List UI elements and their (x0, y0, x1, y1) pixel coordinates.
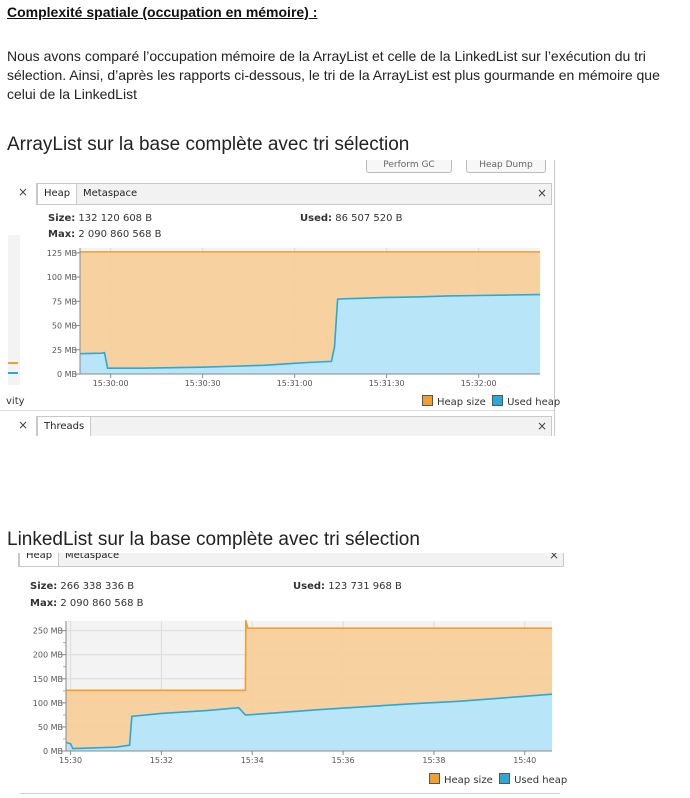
y-tick-label: 200 MB (33, 651, 63, 660)
y-tick-label: 100 MB (33, 699, 63, 708)
perform-gc-button[interactable]: Perform GC (366, 160, 452, 173)
used-label-2: Used: (293, 581, 326, 592)
y-tick-label: 0 MB (43, 747, 63, 756)
section-heading: Complexité spatiale (occupation en mémoi… (7, 4, 318, 20)
x-tick-label: 15:31:30 (369, 379, 405, 388)
size-row: Size: 132 120 608 B (48, 213, 152, 224)
x-tick-label: 15:38 (422, 756, 445, 765)
linkedlist-monitor-panel: Heap Metaspace × Size: 266 338 336 B Use… (0, 553, 568, 798)
arraylist-caption: ArrayList sur la base complète avec tri … (7, 134, 410, 155)
x-tick-label: 15:36 (332, 756, 355, 765)
y-tick-label: 0 MB (57, 370, 77, 379)
y-tick-label: 100 MB (47, 273, 77, 282)
y-tick-label: 150 MB (33, 675, 63, 684)
used-heap-swatch-2 (499, 773, 511, 784)
threads-tab-bar: Threads × (36, 416, 552, 436)
y-tick-label: 125 MB (47, 249, 77, 258)
left-fragment-text: vity (6, 396, 25, 407)
max-row-2: Max: 2 090 860 568 B (30, 598, 144, 609)
tab-bar: Heap Metaspace × (36, 183, 552, 205)
linkedlist-caption: LinkedList sur la base complète avec tri… (7, 529, 420, 550)
left-heap-mark (8, 362, 18, 364)
x-tick-label: 15:32:00 (461, 379, 497, 388)
y-tick-label: 250 MB (33, 627, 63, 636)
close-icon[interactable]: × (18, 185, 28, 199)
tab-threads[interactable]: Threads (37, 417, 92, 436)
max-label: Max: (48, 229, 76, 240)
tab-metaspace-2[interactable]: Metaspace (59, 553, 125, 566)
max-value: 2 090 860 568 B (78, 229, 162, 240)
tab-heap[interactable]: Heap (37, 184, 78, 204)
heap-dump-button[interactable]: Heap Dump (466, 160, 546, 173)
close-threads-icon[interactable]: × (18, 418, 28, 432)
close-tab-icon[interactable]: × (537, 186, 547, 200)
tab-metaspace[interactable]: Metaspace (77, 184, 143, 204)
arraylist-heap-chart: 0 MB 25 MB 50 MB 75 MB 100 MB 125 MB 15:30:00 1… (47, 248, 541, 388)
size-label-2: Size: (30, 581, 58, 592)
chart-legend: Heap size Used heap (422, 395, 560, 408)
used-value: 86 507 520 B (335, 213, 403, 224)
size-value: 132 120 608 B (78, 213, 153, 224)
used-row: Used: 86 507 520 B (300, 213, 403, 224)
legend-heap-size: Heap size (437, 397, 486, 408)
x-tick-label: 15:34 (241, 756, 264, 765)
size-row-2: Size: 266 338 336 B (30, 581, 134, 592)
max-value-2: 2 090 860 568 B (60, 598, 144, 609)
used-heap-swatch (492, 395, 504, 406)
size-label: Size: (48, 213, 76, 224)
tab-bar-2: Heap Metaspace × (18, 553, 564, 567)
x-tick-label: 15:30:00 (93, 379, 129, 388)
used-value-2: 123 731 968 B (328, 581, 402, 592)
tab-heap-2[interactable]: Heap (19, 553, 60, 566)
intro-paragraph: Nous avons comparé l’occupation mémoire … (7, 48, 660, 102)
heap-size-swatch-2 (429, 773, 440, 784)
used-label: Used: (300, 213, 333, 224)
y-tick-label: 50 MB (52, 322, 77, 331)
x-tick-label: 15:30 (59, 756, 82, 765)
left-used-mark (8, 372, 18, 374)
max-label-2: Max: (30, 598, 58, 609)
y-tick-label: 50 MB (38, 723, 63, 732)
y-tick-label: 25 MB (52, 346, 77, 355)
close-tab-icon-2[interactable]: × (549, 553, 559, 562)
linkedlist-heap-chart: 0 MB 50 MB 100 MB 150 MB 200 MB 250 MB 15:30 15… (33, 619, 553, 765)
x-tick-label: 15:30:30 (185, 379, 221, 388)
y-tick-label: 75 MB (52, 297, 77, 306)
x-tick-label: 15:40 (513, 756, 536, 765)
arraylist-monitor-panel: Perform GC Heap Dump × Heap Metaspace × … (0, 160, 560, 436)
legend-used-heap: Used heap (507, 397, 560, 408)
legend-heap-size-2: Heap size (444, 775, 493, 786)
separator (0, 410, 554, 411)
heap-size-swatch (422, 395, 433, 406)
max-row: Max: 2 090 860 568 B (48, 229, 162, 240)
chart-legend-2: Heap size Used heap (429, 773, 567, 786)
x-tick-label: 15:31:00 (277, 379, 313, 388)
x-tick-label: 15:32 (150, 756, 173, 765)
used-row-2: Used: 123 731 968 B (293, 581, 402, 592)
close-threads-tab-icon[interactable]: × (537, 419, 547, 433)
size-value-2: 266 338 336 B (60, 581, 135, 592)
bottom-separator (20, 793, 560, 794)
legend-used-heap-2: Used heap (514, 775, 568, 786)
